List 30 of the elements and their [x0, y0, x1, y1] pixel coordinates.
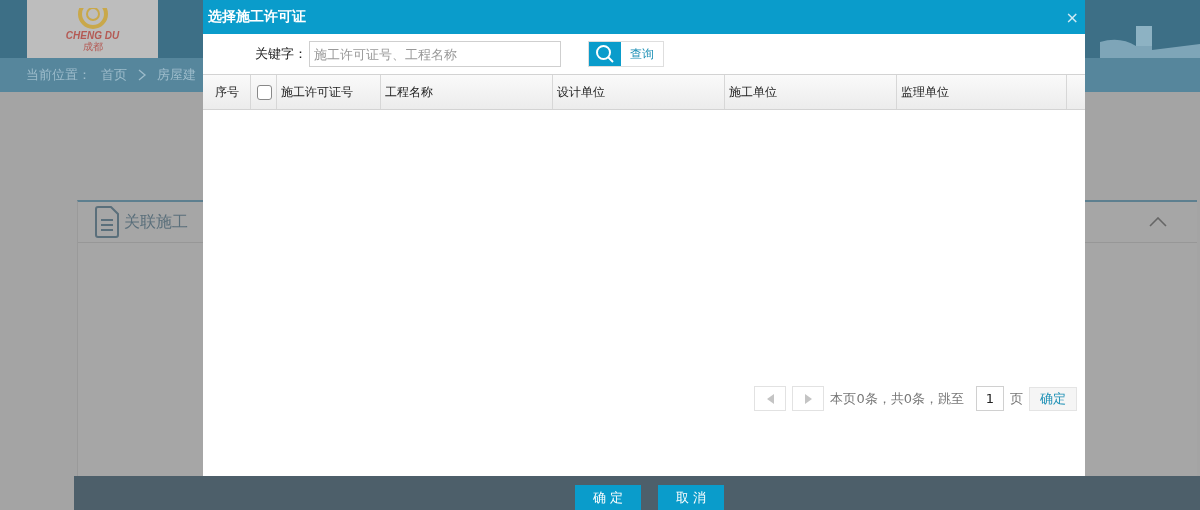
- breadcrumb-label: 当前位置：: [26, 66, 91, 84]
- column-header: 施工单位: [725, 75, 897, 109]
- search-label: 关键字：: [255, 45, 308, 63]
- cancel-button[interactable]: 取 消: [658, 485, 724, 510]
- logo-subtext: 成都: [82, 41, 103, 52]
- document-icon: [94, 206, 120, 238]
- column-header: 工程名称: [381, 75, 553, 109]
- dialog-title: 选择施工许可证: [208, 8, 306, 26]
- column-header: 施工许可证号: [277, 75, 381, 109]
- go-button[interactable]: 确定: [1029, 386, 1077, 411]
- breadcrumb-link[interactable]: 首页: [101, 66, 127, 84]
- column-header: 设计单位: [553, 75, 725, 109]
- search-field[interactable]: 施工许可证号、工程名称: [309, 41, 561, 67]
- column-header: 监理单位: [897, 75, 1067, 109]
- breadcrumb-link[interactable]: 房屋建: [157, 66, 196, 84]
- search-icon: [595, 44, 615, 64]
- page-unit: 页: [1010, 389, 1023, 408]
- page-summary: 本页0条，共0条，跳至: [830, 389, 964, 408]
- search-button[interactable]: 查询: [588, 41, 664, 67]
- panel-title: 关联施工: [124, 211, 188, 233]
- left-arrow-icon: [766, 393, 774, 404]
- logo-text: CHENG DU: [65, 30, 120, 41]
- column-header: 序号: [203, 75, 251, 109]
- right-arrow-icon: [804, 393, 812, 404]
- close-button[interactable]: ×: [1065, 7, 1079, 27]
- page-number-field[interactable]: 1: [976, 386, 1004, 411]
- chevron-icon: [137, 69, 147, 81]
- select-all-checkbox[interactable]: [257, 84, 272, 100]
- collapse-icon[interactable]: [1149, 217, 1167, 227]
- confirm-button[interactable]: 确 定: [575, 485, 641, 510]
